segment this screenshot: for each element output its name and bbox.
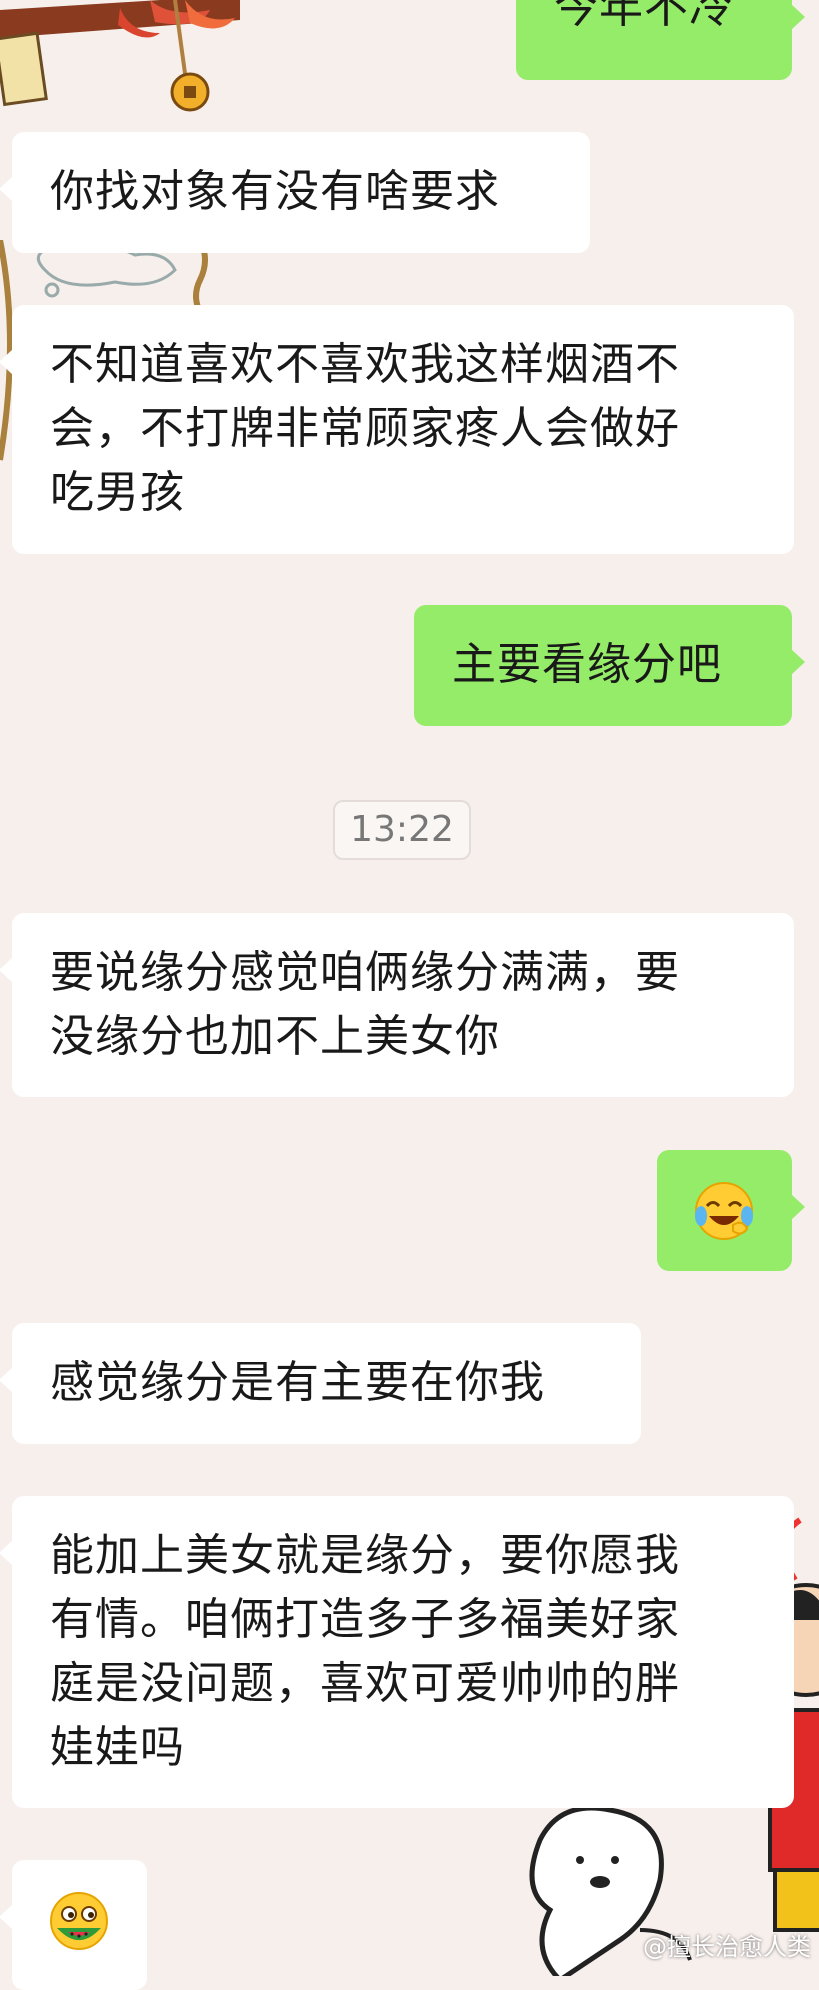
outgoing-message[interactable]: 今年不冷 — [516, 0, 805, 80]
face-with-tears-of-joy-emoji — [695, 1182, 753, 1240]
outgoing-message[interactable]: 主要看缘分吧 — [414, 605, 805, 726]
incoming-message[interactable]: 你找对象有没有啥要求 — [0, 132, 590, 253]
message-text: 今年不冷 — [554, 0, 734, 33]
message-text: 能加上美女就是缘分，要你愿我 有情。咱俩打造多子多福美好家 庭是没问题，喜欢可爱… — [50, 1530, 680, 1773]
message-text: 不知道喜欢不喜欢我这样烟酒不 会，不打牌非常顾家疼人会做好 吃男孩 — [50, 339, 680, 518]
message-text: 感觉缘分是有主要在你我 — [50, 1357, 545, 1408]
incoming-message[interactable]: 要说缘分感觉咱俩缘分满满，要 没缘分也加不上美女你 — [0, 913, 794, 1097]
message-text: 你找对象有没有啥要求 — [50, 166, 500, 217]
watermark: @擅长治愈人类 — [643, 1933, 811, 1961]
incoming-message[interactable]: 能加上美女就是缘分，要你愿我 有情。咱俩打造多子多福美好家 庭是没问题，喜欢可爱… — [0, 1496, 794, 1808]
outgoing-emoji-message[interactable] — [657, 1150, 805, 1271]
eating-watermelon-emoji — [50, 1892, 108, 1950]
incoming-message[interactable]: 不知道喜欢不喜欢我这样烟酒不 会，不打牌非常顾家疼人会做好 吃男孩 — [0, 305, 794, 554]
message-timestamp: 13:22 — [333, 800, 471, 860]
incoming-emoji-message[interactable] — [0, 1860, 147, 1990]
branch-decoration — [0, 0, 240, 112]
message-text: 要说缘分感觉咱俩缘分满满，要 没缘分也加不上美女你 — [50, 947, 680, 1062]
message-text: 主要看缘分吧 — [452, 639, 722, 690]
incoming-message[interactable]: 感觉缘分是有主要在你我 — [0, 1323, 641, 1444]
